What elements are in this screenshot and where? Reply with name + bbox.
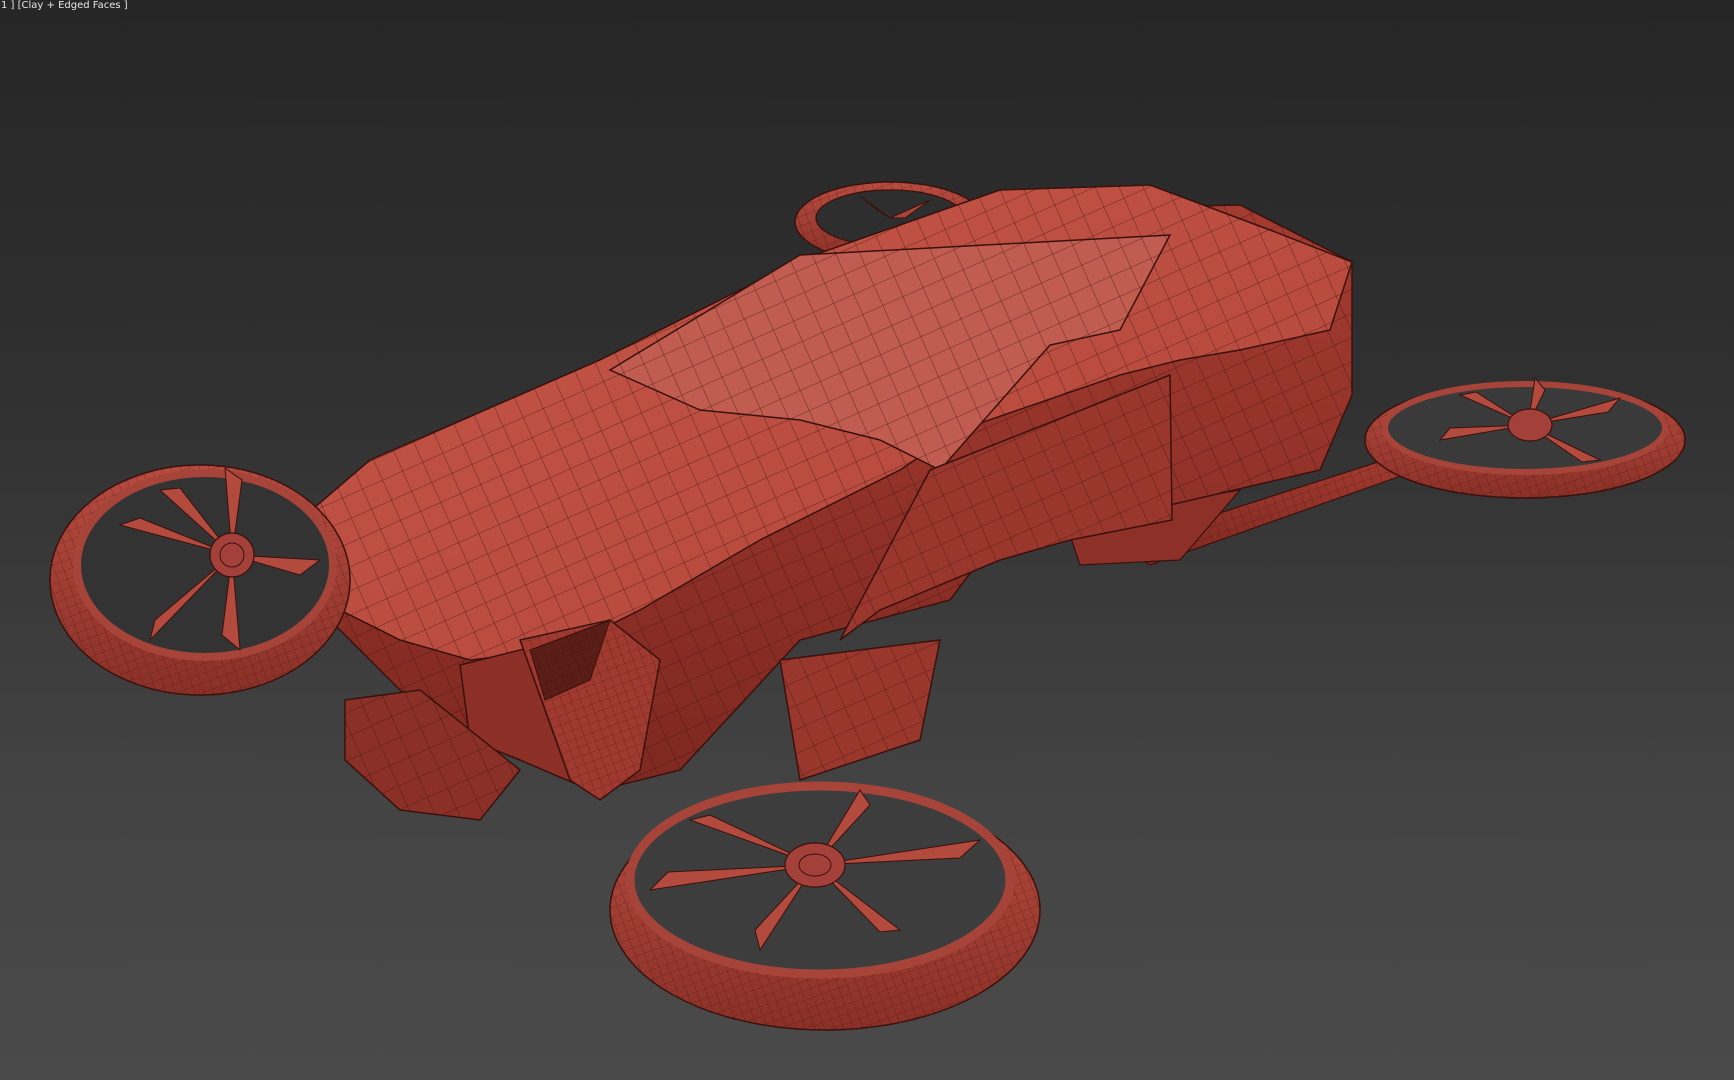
- 3d-viewport[interactable]: 1 ] [Clay + Edged Faces ]: [0, 0, 1734, 1080]
- right-fan: [1364, 376, 1686, 499]
- front-left-fan: [49, 464, 351, 696]
- flying-car-model: [49, 181, 1686, 1031]
- front-bottom-fan: [609, 781, 1041, 1031]
